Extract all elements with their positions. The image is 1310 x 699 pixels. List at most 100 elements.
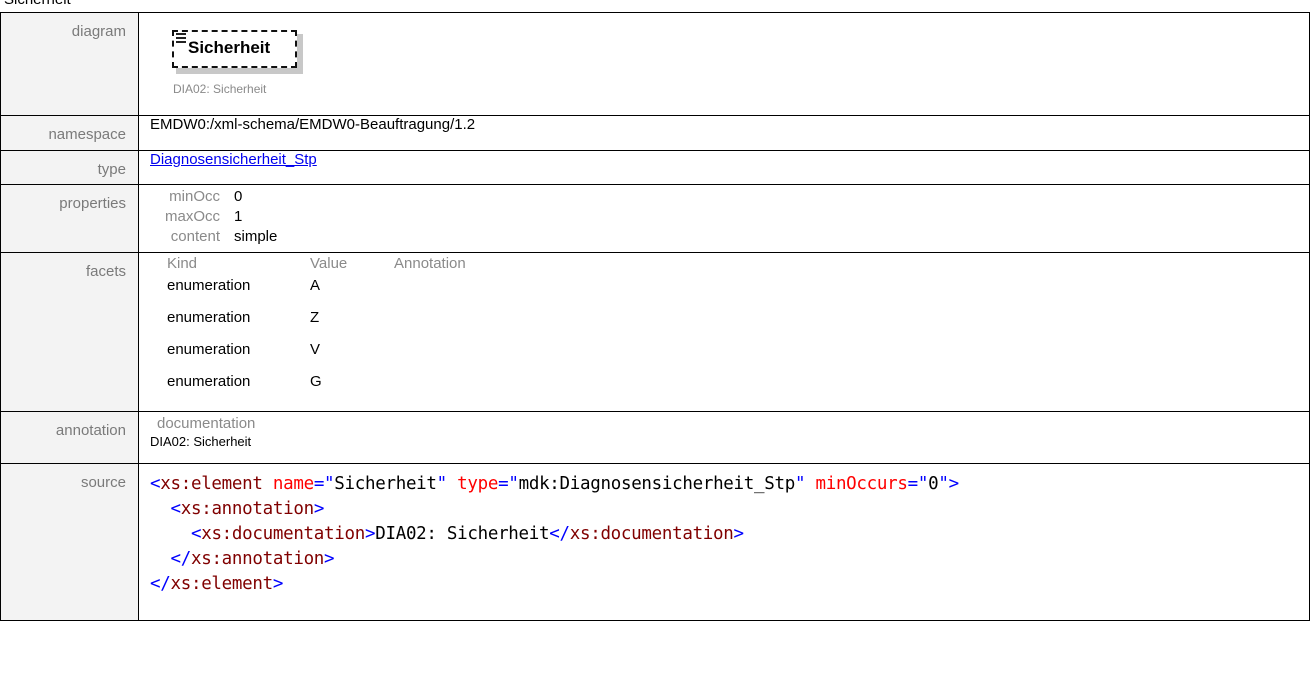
facet-row: enumeration V xyxy=(150,341,466,373)
row-namespace: namespace EMDW0:/xml-schema/EMDW0-Beauft… xyxy=(0,115,1310,151)
row-facets: facets Kind Value Annotation enumeration… xyxy=(0,252,1310,412)
row-annotation: annotation documentation DIA02: Sicherhe… xyxy=(0,411,1310,464)
row-label: source xyxy=(0,463,139,621)
properties-cell: minOcc 0 maxOcc 1 content simple xyxy=(138,184,1310,253)
facet-kind: enumeration xyxy=(167,341,251,358)
facet-annotation xyxy=(394,309,466,341)
source-token xyxy=(150,549,170,569)
simple-content-icon xyxy=(176,33,186,45)
property-value: 0 xyxy=(234,188,243,205)
source-token: xs:element xyxy=(160,474,263,494)
facet-kind: enumeration xyxy=(167,309,251,326)
row-label: type xyxy=(0,150,139,185)
source-token: > xyxy=(272,574,284,594)
source-line: <xs:element name="Sicherheit" type="mdk:… xyxy=(150,472,1309,497)
source-code: <xs:element name="Sicherheit" type="mdk:… xyxy=(150,472,1309,597)
source-token: =" xyxy=(313,474,335,494)
source-line: </xs:element> xyxy=(150,572,1309,597)
properties-table: diagram Sicherheit DIA02: Sicherheit nam… xyxy=(0,12,1310,621)
facet-kind: enumeration xyxy=(167,373,251,390)
diagram-element: Sicherheit xyxy=(172,30,297,68)
type-cell: Diagnosensicherheit_Stp xyxy=(138,150,1310,185)
source-line: <xs:annotation> xyxy=(150,497,1309,522)
facets-header-kind: Kind xyxy=(167,255,198,272)
source-line: <xs:documentation>DIA02: Sicherheit</xs:… xyxy=(150,522,1309,547)
source-token xyxy=(805,474,815,494)
source-token xyxy=(263,474,273,494)
source-token: > xyxy=(364,524,376,544)
facet-annotation xyxy=(394,373,466,405)
facet-value: V xyxy=(310,341,321,358)
row-source: source <xs:element name="Sicherheit" typ… xyxy=(0,463,1310,621)
annotation-cell: documentation DIA02: Sicherheit xyxy=(138,411,1310,464)
facets-header: Kind Value Annotation xyxy=(150,255,466,277)
source-token: > xyxy=(313,499,325,519)
facets-header-annotation: Annotation xyxy=(394,255,466,272)
facets-table: Kind Value Annotation enumeration A enum… xyxy=(150,255,466,405)
source-token: 0 xyxy=(928,474,939,494)
property-key: maxOcc xyxy=(164,208,220,225)
property-key: minOcc xyxy=(169,188,220,205)
facet-row: enumeration Z xyxy=(150,309,466,341)
source-token: Sicherheit xyxy=(334,474,437,494)
annotation-key: documentation xyxy=(157,415,256,432)
facet-value: G xyxy=(310,373,322,390)
row-label: annotation xyxy=(0,411,139,464)
source-token: xs:annotation xyxy=(180,499,314,519)
source-token: > xyxy=(733,524,745,544)
source-token: " xyxy=(938,474,949,494)
annotation-value: DIA02: Sicherheit xyxy=(150,434,252,449)
source-token: type xyxy=(457,474,499,494)
property-row: maxOcc 1 xyxy=(150,208,277,228)
source-token: < xyxy=(170,499,181,519)
row-label: namespace xyxy=(0,115,139,151)
property-row: minOcc 0 xyxy=(150,188,277,208)
source-token: " xyxy=(436,474,448,494)
source-token: xs:documentation xyxy=(201,524,365,544)
facets-header-value: Value xyxy=(310,255,348,272)
properties-list: minOcc 0 maxOcc 1 content simple xyxy=(150,188,277,248)
source-token: > xyxy=(948,474,960,494)
facet-row: enumeration A xyxy=(150,277,466,309)
namespace-value: EMDW0:/xml-schema/EMDW0-Beauftragung/1.2 xyxy=(138,115,1310,151)
row-properties: properties minOcc 0 maxOcc 1 content sim… xyxy=(0,184,1310,253)
source-token: =" xyxy=(498,474,519,494)
diagram-caption: DIA02: Sicherheit xyxy=(173,82,267,96)
source-token: </ xyxy=(170,549,191,569)
source-token: DIA02: Sicherheit xyxy=(375,524,550,544)
row-diagram: diagram Sicherheit DIA02: Sicherheit xyxy=(0,12,1310,116)
source-cell: <xs:element name="Sicherheit" type="mdk:… xyxy=(138,463,1310,621)
source-token: > xyxy=(324,549,335,569)
source-line: </xs:annotation> xyxy=(150,547,1309,572)
facets-cell: Kind Value Annotation enumeration A enum… xyxy=(138,252,1310,412)
facet-annotation xyxy=(394,341,466,373)
source-token: minOccurs xyxy=(815,474,908,494)
facet-annotation xyxy=(394,277,466,309)
source-token: < xyxy=(150,474,161,494)
element-diagram-box[interactable]: Sicherheit xyxy=(172,30,303,74)
source-token xyxy=(150,524,191,544)
row-label: facets xyxy=(0,252,139,412)
source-token xyxy=(447,474,457,494)
type-link[interactable]: Diagnosensicherheit_Stp xyxy=(150,151,317,168)
source-token xyxy=(150,499,170,519)
diagram-element-title: Sicherheit xyxy=(188,38,271,57)
source-token: xs:annotation xyxy=(190,549,325,569)
source-token: =" xyxy=(907,474,929,494)
source-token: xs:element xyxy=(170,574,273,594)
property-row: content simple xyxy=(150,228,278,248)
facet-kind: enumeration xyxy=(167,277,251,294)
source-token: mdk:Diagnosensicherheit_Stp xyxy=(518,474,796,494)
clipped-heading: Sicherheit xyxy=(4,0,71,8)
facet-value: Z xyxy=(310,309,320,326)
facet-value: A xyxy=(310,277,321,294)
row-label: diagram xyxy=(0,12,139,116)
property-key: content xyxy=(170,228,220,245)
property-value: 1 xyxy=(234,208,243,225)
source-token: xs:documentation xyxy=(569,524,734,544)
source-token: " xyxy=(794,474,806,494)
row-label: properties xyxy=(0,184,139,253)
row-type: type Diagnosensicherheit_Stp xyxy=(0,150,1310,185)
source-token: </ xyxy=(150,574,171,594)
facet-row: enumeration G xyxy=(150,373,466,405)
